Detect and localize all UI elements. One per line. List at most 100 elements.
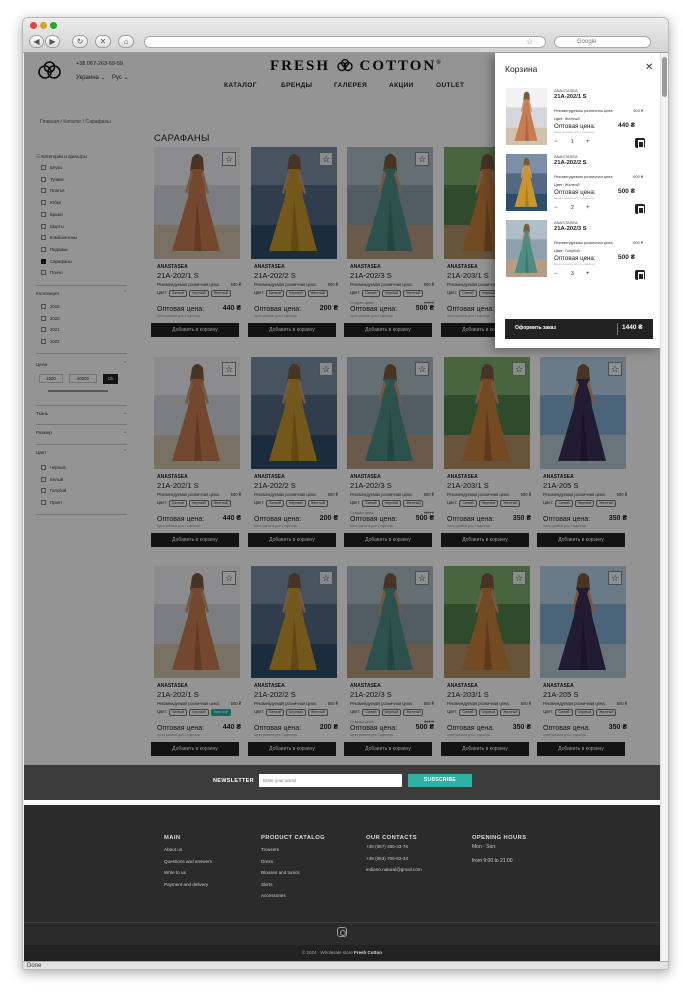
wholesale-label: Оптовая цена: xyxy=(554,255,596,262)
trash-icon[interactable] xyxy=(635,270,645,280)
bookmark-star-icon[interactable]: ☆ xyxy=(526,37,533,46)
newsletter-email-input[interactable] xyxy=(259,774,402,787)
minus-icon[interactable]: − xyxy=(554,204,558,213)
footer-hours-column: OPENING HOURS Mon - Sun: from 9:00 to 21… xyxy=(472,835,526,871)
scrollbar-thumb[interactable] xyxy=(662,57,667,97)
quantity-value[interactable]: 3 xyxy=(571,270,574,279)
minimize-window-button[interactable] xyxy=(40,22,47,29)
zoom-window-button[interactable] xyxy=(50,22,57,29)
quantity-value[interactable]: 2 xyxy=(571,204,574,213)
cart-item-sku[interactable]: 21A-202/1 S xyxy=(554,94,587,100)
footer-link-faq[interactable]: Questions and answers xyxy=(164,859,212,864)
cart-item-sku[interactable]: 21A-202/2 S xyxy=(554,160,587,166)
minus-icon[interactable]: − xyxy=(554,138,558,147)
plus-icon[interactable]: + xyxy=(586,270,590,279)
footer-link-skirts[interactable]: Skirts xyxy=(261,882,325,887)
reload-icon[interactable]: ↻ xyxy=(72,35,88,48)
quantity-stepper[interactable]: − 1 + xyxy=(554,138,592,147)
color-value: Желтый xyxy=(564,182,580,187)
rrp-label: Рекомендуемая розничная цена: xyxy=(554,174,614,179)
minus-icon[interactable]: − xyxy=(554,270,558,279)
cart-item: ANASTASEA 21A-202/3 S Рекомендуемая рознич… xyxy=(506,220,651,282)
cart-item-photo xyxy=(506,220,547,277)
cart-item-color: Цвет: Желтый xyxy=(554,116,580,121)
color-label: Цвет: xyxy=(554,182,564,187)
checkout-button[interactable]: Оформить заказ 1440 ₴ xyxy=(505,319,653,339)
page-viewport: +38 067-263-69-59 Украина ⌄ Рус ⌄ FRESH … xyxy=(24,53,660,961)
color-value: Желтый xyxy=(564,116,580,121)
browser-toolbar: ◀ ▶ ↻ ✕ ⌂ ☆ Google xyxy=(23,18,668,53)
footer-link-dress[interactable]: Dress xyxy=(261,859,325,864)
cart-item-image[interactable] xyxy=(506,154,547,211)
copyright-brand: Fresh Cotton xyxy=(354,950,383,955)
cart-title: Корзина xyxy=(505,64,538,74)
cart-item-rrp: Рекомендуемая розничная цена: 600 ₴ xyxy=(554,240,651,245)
footer-link-accessories[interactable]: Accessories xyxy=(261,893,325,898)
footer-catalog-column: PRODUCT CATALOG Trousers Dress Blouses a… xyxy=(261,835,325,905)
checkout-label: Оформить заказ xyxy=(515,325,556,331)
footer-link-about[interactable]: About us xyxy=(164,847,212,852)
cart-item-brand: ANASTASEA xyxy=(554,154,578,159)
scrollbar[interactable] xyxy=(660,53,668,961)
cart-item-rrp: Рекомендуемая розничная цена: 600 ₴ xyxy=(554,174,651,179)
cart-item-price: 440 ₴ xyxy=(618,122,635,129)
rrp-label: Рекомендуемая розничная цена: xyxy=(554,240,614,245)
cart-item-image[interactable] xyxy=(506,220,547,277)
cart-item-brand: ANASTASEA xyxy=(554,88,578,93)
quantity-stepper[interactable]: − 2 + xyxy=(554,204,592,213)
price-note: Цена указана для 1 единицы xyxy=(554,130,595,134)
cart-item-photo xyxy=(506,154,547,211)
wholesale-label: Оптовая цена: xyxy=(554,123,596,130)
price-note: Цена указана для 1 единицы xyxy=(554,262,595,266)
close-window-button[interactable] xyxy=(30,22,37,29)
trash-icon[interactable] xyxy=(635,138,645,148)
footer-hours-title: OPENING HOURS xyxy=(472,835,527,841)
price-note: Цена указана для 1 единицы xyxy=(554,196,595,200)
footer-link-trousers[interactable]: Trousers xyxy=(261,847,325,852)
forward-icon[interactable]: ▶ xyxy=(45,35,60,48)
color-label: Цвет: xyxy=(554,248,564,253)
quantity-value[interactable]: 1 xyxy=(571,138,574,147)
cart-item-image[interactable] xyxy=(506,88,547,145)
cart-item-color: Цвет: Голубой xyxy=(554,248,580,253)
copyright-prefix: © 2024 · Wholesale store xyxy=(301,950,353,955)
footer-hours-time: from 9:00 to 21:00 xyxy=(472,858,513,864)
cart-item: ANASTASEA 21A-202/2 S Рекомендуемая рознич… xyxy=(506,154,651,216)
plus-icon[interactable]: + xyxy=(586,138,590,147)
footer-contacts-column: OUR CONTACTS +38 (067) 485-33-76 +38 (06… xyxy=(366,835,422,879)
footer-main-column: MAIN About us Questions and answers Writ… xyxy=(164,835,212,893)
address-bar[interactable] xyxy=(144,36,546,48)
home-icon[interactable]: ⌂ xyxy=(118,35,134,48)
rrp-label: Рекомендуемая розничная цена: xyxy=(554,108,614,113)
back-icon[interactable]: ◀ xyxy=(29,35,44,48)
footer-link-blouses[interactable]: Blouses and tunics xyxy=(261,870,325,875)
rrp-value: 600 ₴ xyxy=(633,174,643,179)
wholesale-label: Оптовая цена: xyxy=(554,189,596,196)
stop-icon[interactable]: ✕ xyxy=(95,35,111,48)
plus-icon[interactable]: + xyxy=(586,204,590,213)
rrp-value: 600 ₴ xyxy=(633,240,643,245)
footer-email[interactable]: indiano.natural@gmail.com xyxy=(366,867,422,872)
cart-item-sku[interactable]: 21A-202/3 S xyxy=(554,226,587,232)
search-field[interactable]: Google xyxy=(554,36,651,48)
color-value: Голубой xyxy=(564,248,580,253)
footer-hours-days: Mon - Sun: xyxy=(472,844,497,850)
cart-item-price: 500 ₴ xyxy=(618,188,635,195)
trash-icon[interactable] xyxy=(635,204,645,214)
color-label: Цвет: xyxy=(554,116,564,121)
divider xyxy=(617,323,618,335)
footer-link-write[interactable]: Write to us xyxy=(164,870,212,875)
site-footer: MAIN About us Questions and answers Writ… xyxy=(24,805,660,961)
browser-window: ◀ ▶ ↻ ✕ ⌂ ☆ Google +38 067-263-69-59 Укр… xyxy=(22,17,669,970)
instagram-icon[interactable] xyxy=(337,927,347,937)
close-icon[interactable]: ✕ xyxy=(645,62,653,73)
subscribe-button[interactable]: SUBSCRIBE xyxy=(408,774,472,787)
quantity-stepper[interactable]: − 3 + xyxy=(554,270,592,279)
newsletter-bar: NEWSLETTER SUBSCRIBE xyxy=(24,765,660,800)
status-bar: Done xyxy=(23,961,668,969)
cart-item-photo xyxy=(506,88,547,145)
footer-link-payment[interactable]: Payment and delivery xyxy=(164,882,212,887)
footer-contacts-title: OUR CONTACTS xyxy=(366,835,418,841)
footer-phone-1[interactable]: +38 (067) 485-33-76 xyxy=(366,844,422,849)
footer-phone-2[interactable]: +38 (063) 705-82-33 xyxy=(366,856,422,861)
